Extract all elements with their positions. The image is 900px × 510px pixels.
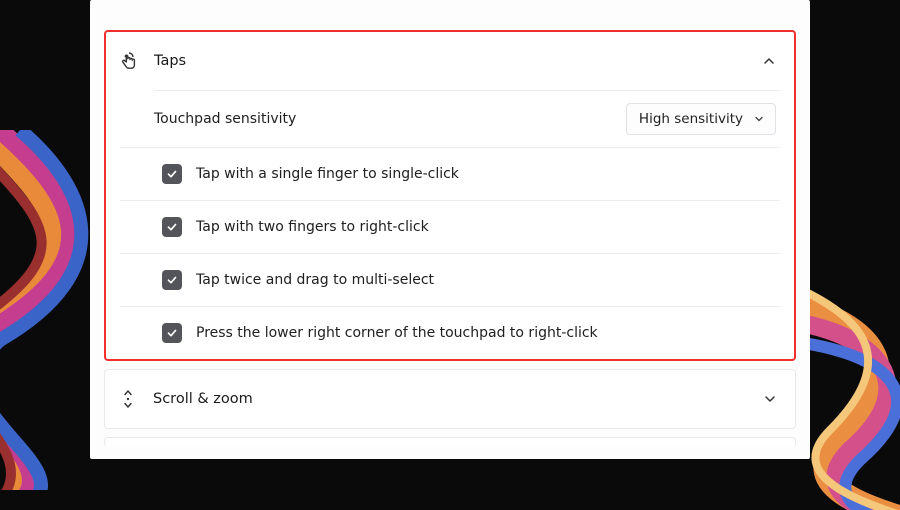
tap-icon bbox=[118, 50, 140, 72]
tap-option-single-click[interactable]: Tap with a single finger to single-click bbox=[106, 148, 794, 200]
tap-option-label: Press the lower right corner of the touc… bbox=[196, 325, 598, 341]
tap-option-right-click[interactable]: Tap with two fingers to right-click bbox=[106, 201, 794, 253]
scroll-zoom-title: Scroll & zoom bbox=[153, 391, 763, 407]
chevron-up-icon bbox=[762, 54, 776, 68]
tap-option-label: Tap with two fingers to right-click bbox=[196, 219, 429, 235]
sensitivity-dropdown[interactable]: High sensitivity bbox=[626, 103, 776, 135]
scroll-zoom-header[interactable]: Scroll & zoom bbox=[105, 370, 795, 428]
sensitivity-row: Touchpad sensitivity High sensitivity bbox=[106, 91, 794, 147]
checkbox-checked-icon[interactable] bbox=[162, 270, 182, 290]
chevron-down-icon bbox=[763, 392, 777, 406]
tap-option-label: Tap with a single finger to single-click bbox=[196, 166, 459, 182]
tap-option-multi-select[interactable]: Tap twice and drag to multi-select bbox=[106, 254, 794, 306]
settings-panel: Taps Touchpad sensitivity High sensitivi… bbox=[90, 0, 810, 459]
scroll-zoom-section: Scroll & zoom bbox=[104, 369, 796, 429]
scroll-zoom-icon bbox=[117, 388, 139, 410]
taps-section: Taps Touchpad sensitivity High sensitivi… bbox=[104, 30, 796, 361]
sensitivity-label: Touchpad sensitivity bbox=[154, 111, 626, 127]
checkbox-checked-icon[interactable] bbox=[162, 164, 182, 184]
next-section-peek bbox=[104, 437, 796, 447]
tap-option-corner-right-click[interactable]: Press the lower right corner of the touc… bbox=[106, 307, 794, 359]
taps-section-header[interactable]: Taps bbox=[106, 32, 794, 90]
tap-option-label: Tap twice and drag to multi-select bbox=[196, 272, 434, 288]
sensitivity-selected: High sensitivity bbox=[639, 111, 743, 127]
checkbox-checked-icon[interactable] bbox=[162, 323, 182, 343]
checkbox-checked-icon[interactable] bbox=[162, 217, 182, 237]
taps-title: Taps bbox=[154, 53, 762, 69]
chevron-down-icon bbox=[753, 113, 765, 125]
